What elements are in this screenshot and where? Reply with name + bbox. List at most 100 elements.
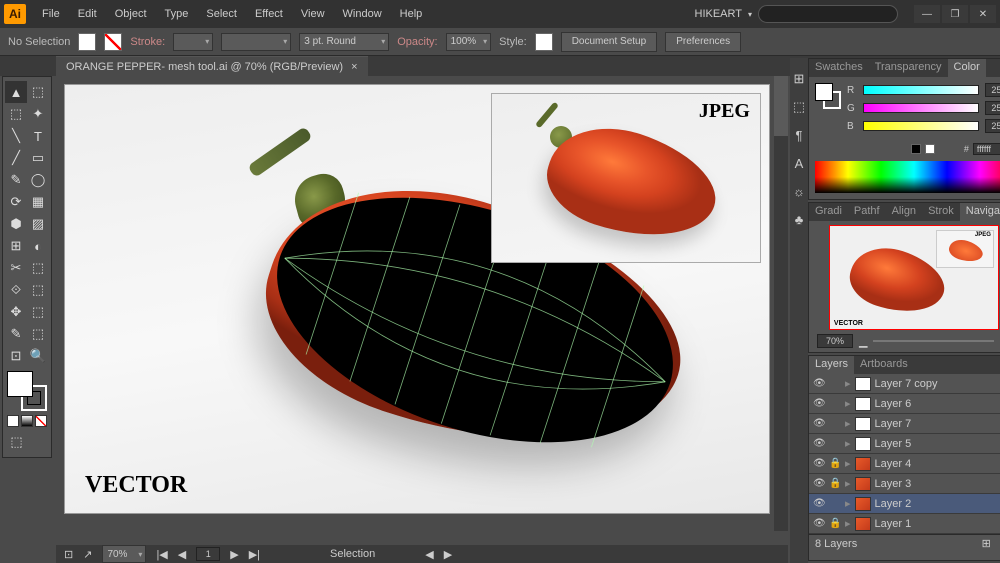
layer-row[interactable]: 👁▸Layer 5○ (809, 434, 1000, 454)
zoom-tool[interactable]: 🔍 (27, 345, 49, 367)
visibility-toggle-icon[interactable]: 👁 (813, 418, 825, 429)
lock-toggle-icon[interactable]: 🔒 (829, 478, 841, 489)
perspective-tool[interactable]: ◐ (27, 235, 49, 257)
status-zoom-dropdown[interactable]: 70% (102, 545, 146, 563)
preferences-button[interactable]: Preferences (665, 32, 741, 52)
graph-tool[interactable]: ⬚ (27, 301, 49, 323)
tab-stroke[interactable]: Strok (922, 203, 960, 221)
screen-mode-icon[interactable]: ⬚ (5, 431, 28, 453)
tab-transparency[interactable]: Transparency (869, 59, 948, 77)
scale-tool[interactable]: ▦ (27, 191, 49, 213)
blue-value[interactable]: 255 (985, 119, 1000, 133)
menu-help[interactable]: Help (392, 4, 431, 24)
layer-row[interactable]: 👁▸Layer 7○ (809, 414, 1000, 434)
free-transform-tool[interactable]: ▨ (27, 213, 49, 235)
tab-gradient[interactable]: Gradi (809, 203, 848, 221)
status-scroll-right-icon[interactable]: ▶ (444, 548, 452, 561)
black-swatch-icon[interactable] (911, 144, 921, 154)
lock-toggle-icon[interactable]: 🔒 (829, 518, 841, 529)
menu-type[interactable]: Type (157, 4, 197, 24)
dock-type-icon[interactable]: A (790, 154, 808, 172)
opacity-dropdown[interactable]: 100% (446, 33, 492, 51)
tab-artboards[interactable]: Artboards (854, 356, 914, 374)
symbol-sprayer-tool[interactable]: ✥ (5, 301, 27, 323)
red-slider[interactable] (863, 85, 979, 95)
tab-swatches[interactable]: Swatches (809, 59, 869, 77)
paintbrush-tool[interactable]: ✎ (5, 169, 27, 191)
dock-icon[interactable]: ¶ (790, 126, 808, 144)
pen-tool[interactable]: ╲ (5, 125, 27, 147)
lasso-tool[interactable]: ✦ (27, 103, 49, 125)
artboard-prev-icon[interactable]: |◀ (156, 548, 167, 561)
menu-object[interactable]: Object (107, 4, 155, 24)
window-restore-button[interactable]: ❐ (942, 5, 968, 23)
color-spectrum[interactable] (815, 161, 1000, 193)
lock-toggle-icon[interactable]: 🔒 (829, 458, 841, 469)
hand-tool[interactable]: ⊡ (5, 345, 27, 367)
brush-dropdown[interactable] (221, 33, 291, 51)
visibility-toggle-icon[interactable]: 👁 (813, 518, 825, 529)
tab-navigator[interactable]: Navigator (960, 203, 1000, 221)
visibility-toggle-icon[interactable]: 👁 (813, 438, 825, 449)
dock-icon[interactable]: ⊞ (790, 70, 808, 88)
none-mode-icon[interactable] (35, 415, 47, 427)
status-scroll-left-icon[interactable]: ◀ (425, 548, 433, 561)
layer-row[interactable]: 👁🔒▸Layer 4○ (809, 454, 1000, 474)
visibility-toggle-icon[interactable]: 👁 (813, 378, 825, 389)
mesh-tool[interactable]: ✂ (5, 257, 27, 279)
zoom-out-icon[interactable]: ▁ (859, 335, 867, 348)
workspace-switcher[interactable]: HIKEART (695, 8, 742, 20)
line-tool[interactable]: ╱ (5, 147, 27, 169)
dock-icon[interactable]: ⬚ (790, 98, 808, 116)
slice-tool[interactable]: ⬚ (27, 323, 49, 345)
visibility-toggle-icon[interactable]: 👁 (813, 398, 825, 409)
status-icon[interactable]: ⊡ (64, 548, 73, 561)
dock-appearance-icon[interactable]: ☼ (790, 182, 808, 200)
visibility-toggle-icon[interactable]: 👁 (813, 458, 825, 469)
layer-row[interactable]: 👁🔒▸Layer 3○ (809, 474, 1000, 494)
gradient-mode-icon[interactable] (21, 415, 33, 427)
visibility-toggle-icon[interactable]: 👁 (813, 478, 825, 489)
stroke-swatch[interactable] (104, 33, 122, 51)
menu-edit[interactable]: Edit (70, 4, 105, 24)
fill-swatch[interactable] (78, 33, 96, 51)
artboard-next-icon[interactable]: ▶ (230, 548, 238, 561)
navigator-thumbnail[interactable]: JPEG VECTOR (829, 225, 999, 330)
new-layer-icon[interactable]: ⊞ (982, 537, 991, 550)
stroke-weight-dropdown[interactable] (173, 33, 213, 51)
menu-file[interactable]: File (34, 4, 68, 24)
layer-row[interactable]: 👁🔒▸Layer 1○ (809, 514, 1000, 534)
layer-row[interactable]: 👁▸Layer 2○ (809, 494, 1000, 514)
fill-color-icon[interactable] (7, 371, 33, 397)
green-slider[interactable] (863, 103, 979, 113)
blue-slider[interactable] (863, 121, 979, 131)
menu-select[interactable]: Select (198, 4, 245, 24)
status-icon[interactable]: ↗ (83, 548, 92, 561)
canvas[interactable]: JPEG VECTOR (64, 84, 770, 514)
window-minimize-button[interactable]: — (914, 5, 940, 23)
magic-wand-tool[interactable]: ⬚ (5, 103, 27, 125)
document-setup-button[interactable]: Document Setup (561, 32, 658, 52)
green-value[interactable]: 255 (985, 101, 1000, 115)
stroke-profile-dropdown[interactable]: 3 pt. Round (299, 33, 389, 51)
menu-effect[interactable]: Effect (247, 4, 291, 24)
fill-stroke-control[interactable] (7, 371, 47, 411)
eyedropper-tool[interactable]: ⟐ (5, 279, 27, 301)
selection-tool[interactable]: ▲ (5, 81, 27, 103)
zoom-slider[interactable] (873, 340, 993, 342)
document-tab[interactable]: ORANGE PEPPER- mesh tool.ai @ 70% (RGB/P… (56, 56, 368, 76)
rectangle-tool[interactable]: ▭ (27, 147, 49, 169)
gradient-tool[interactable]: ⬚ (27, 257, 49, 279)
hex-field[interactable]: ffffff (973, 143, 1000, 155)
artboard-prev-icon[interactable]: ◀ (178, 548, 186, 561)
search-input[interactable] (758, 5, 898, 23)
document-tab-close-icon[interactable]: × (351, 61, 357, 73)
pencil-tool[interactable]: ◯ (27, 169, 49, 191)
layer-row[interactable]: 👁▸Layer 6○ (809, 394, 1000, 414)
navigator-zoom-field[interactable]: 70% (817, 334, 853, 348)
blend-tool[interactable]: ⬚ (27, 279, 49, 301)
shape-builder-tool[interactable]: ⊞ (5, 235, 27, 257)
direct-selection-tool[interactable]: ⬚ (27, 81, 49, 103)
white-swatch-icon[interactable] (925, 144, 935, 154)
rotate-tool[interactable]: ⟳ (5, 191, 27, 213)
